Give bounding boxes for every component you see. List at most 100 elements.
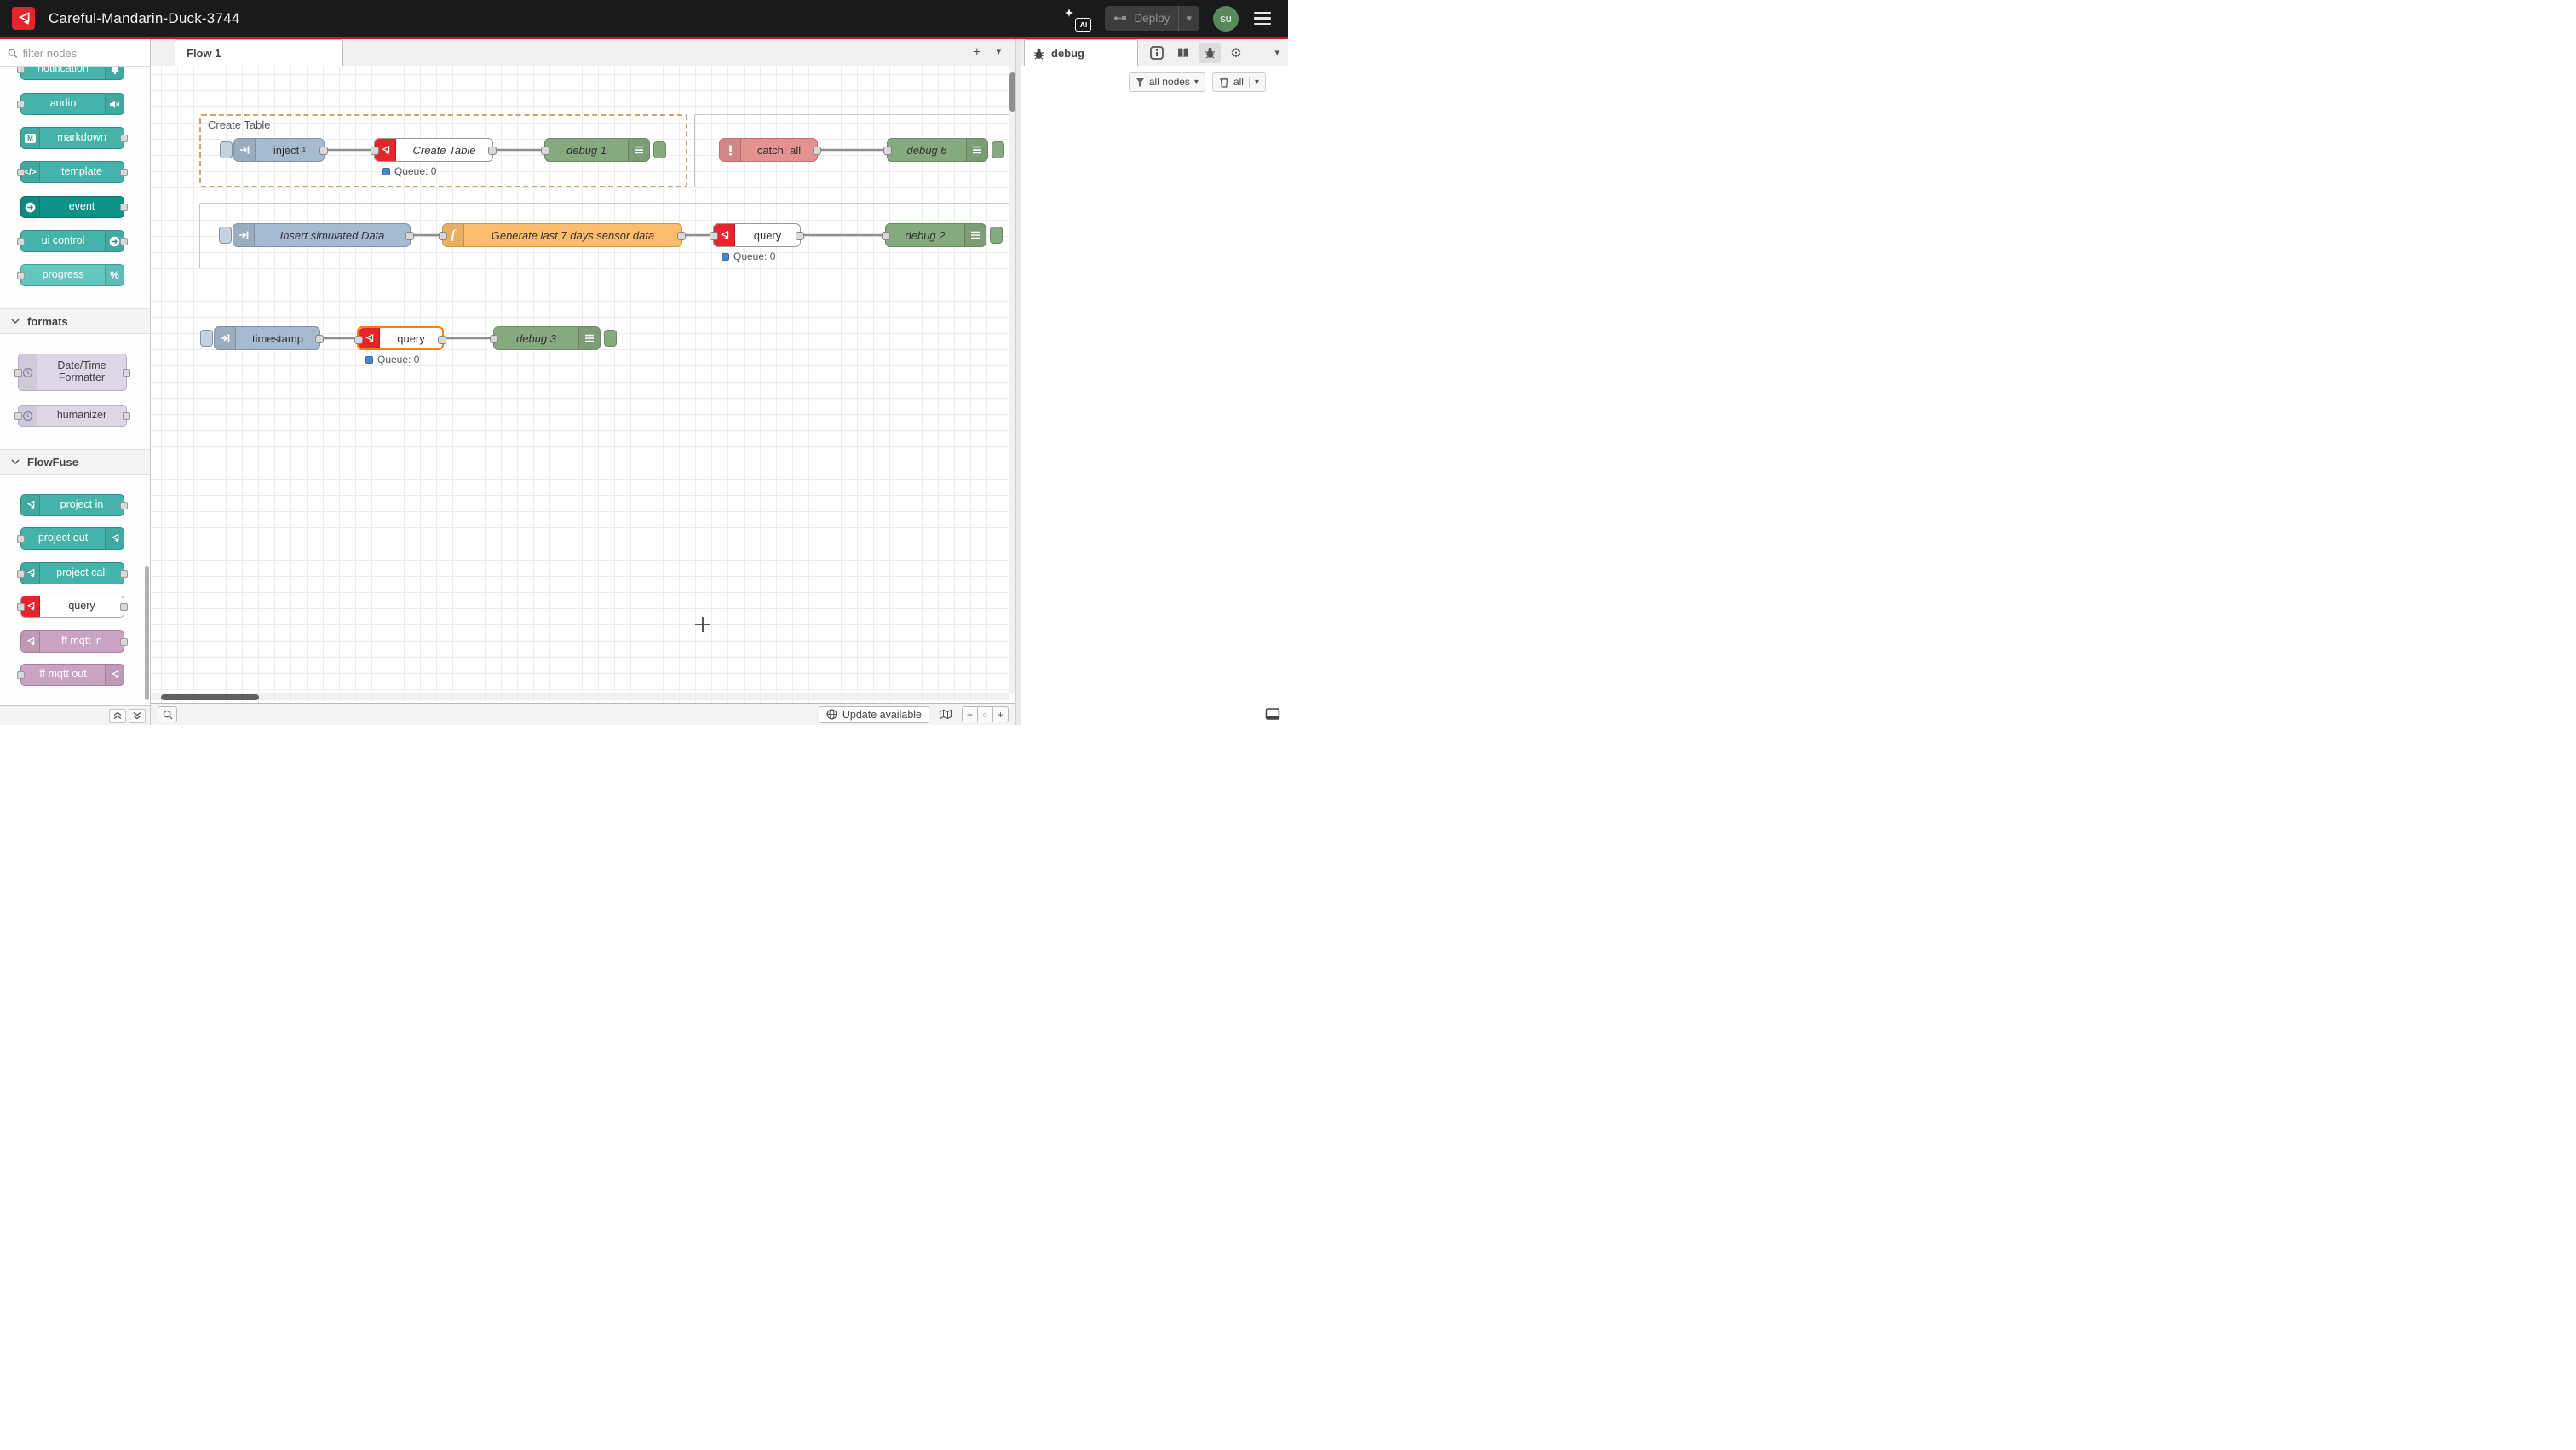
port-out[interactable] [319, 147, 328, 155]
node-catch-all[interactable]: catch: all [719, 138, 818, 162]
config-tab-button[interactable]: ⚙ [1225, 43, 1247, 63]
node-debug-2[interactable]: debug 2 [885, 223, 986, 247]
flow-list-button[interactable]: ▾ [996, 48, 1001, 57]
port-out[interactable] [813, 147, 821, 155]
port-out [120, 502, 128, 509]
node-create-table[interactable]: Create Table [374, 138, 493, 162]
canvas-vscroll-thumb[interactable] [1009, 72, 1015, 112]
node-debug-6[interactable]: debug 6 [887, 138, 988, 162]
palette-node-label: template [40, 166, 124, 178]
info-tab-button[interactable] [1146, 43, 1168, 63]
port-out[interactable] [315, 335, 324, 343]
palette-node-markdown[interactable]: M markdown [20, 127, 124, 149]
palette-node-progress[interactable]: % progress [20, 264, 124, 286]
palette-node-ff-mqtt-in[interactable]: ff mqtt in [20, 630, 124, 653]
debug-toggle-button[interactable] [990, 227, 1003, 244]
palette-scroll-area[interactable]: notification audio M markdown [0, 67, 150, 705]
debug-toggle-button[interactable] [653, 141, 666, 158]
node-inject-1[interactable]: inject ¹ [233, 138, 325, 162]
debug-tab-button[interactable] [1199, 43, 1221, 63]
deploy-button[interactable]: Deploy ▾ [1105, 6, 1199, 31]
debug-toggle-button[interactable] [992, 141, 1004, 158]
port-out[interactable] [438, 336, 446, 344]
help-tab-button[interactable] [1172, 43, 1194, 63]
palette-expand-all-button[interactable] [129, 709, 146, 723]
palette-node-ff-mqtt-out[interactable]: ff mqtt out [20, 664, 124, 686]
inject-button[interactable] [200, 330, 213, 347]
canvas-hscroll-track[interactable] [151, 693, 1009, 700]
palette-section-flowfuse[interactable]: FlowFuse [0, 449, 150, 475]
main-area: notification audio M markdown [0, 39, 1288, 725]
palette-node-event[interactable]: event [20, 196, 124, 218]
open-console-icon[interactable] [1265, 707, 1280, 721]
port-out[interactable] [405, 232, 414, 240]
palette-node-project-call[interactable]: project call [20, 562, 124, 584]
node-generate-sensor-data[interactable]: f Generate last 7 days sensor data [442, 223, 682, 247]
palette-node-humanizer[interactable]: humanizer [18, 405, 127, 427]
avatar[interactable]: su [1213, 6, 1239, 32]
tab-debug[interactable]: debug [1024, 39, 1138, 66]
palette-filter-input[interactable] [23, 47, 142, 60]
main-menu-button[interactable] [1252, 9, 1273, 28]
canvas-vscroll-track[interactable] [1009, 66, 1015, 693]
deploy-caret[interactable]: ▾ [1178, 6, 1199, 31]
canvas-hscroll-thumb[interactable] [161, 694, 259, 700]
zoom-out-button[interactable]: − [962, 706, 978, 722]
debug-messages-panel[interactable] [1021, 97, 1288, 703]
zoom-controls: − ○ + [962, 706, 1009, 722]
port-out[interactable] [677, 232, 686, 240]
port-out[interactable] [488, 147, 497, 155]
port-in[interactable] [541, 147, 549, 155]
event-arrow-icon [21, 197, 40, 217]
palette-node-datetime-formatter[interactable]: Date/Time Formatter [18, 354, 127, 391]
ai-assistant-button[interactable]: AI [1064, 6, 1091, 32]
palette-node-template[interactable]: </> template [20, 161, 124, 183]
tab-flow-1[interactable]: Flow 1 [175, 39, 343, 66]
palette-section-formats[interactable]: formats [0, 308, 150, 334]
node-insert-simulated-data[interactable]: Insert simulated Data [233, 223, 411, 247]
node-query-middle[interactable]: query [713, 223, 801, 247]
port-in[interactable] [354, 336, 363, 344]
add-flow-button[interactable]: + [973, 46, 980, 60]
palette-collapse-all-button[interactable] [109, 709, 126, 723]
inject-button[interactable] [219, 227, 232, 244]
port-in[interactable] [439, 232, 447, 240]
palette-node-ui-control[interactable]: ui control [20, 230, 124, 252]
node-label: Generate last 7 days sensor data [464, 229, 681, 242]
palette-node-notification[interactable]: notification [20, 67, 124, 80]
port-out[interactable] [796, 232, 804, 240]
flowfuse-logo[interactable] [12, 7, 35, 30]
palette-scrollbar[interactable] [145, 566, 149, 700]
filter-nodes-button[interactable]: all nodes ▾ [1129, 72, 1205, 92]
debug-toggle-button[interactable] [604, 330, 617, 347]
workspace-canvas[interactable]: Create Table inject ¹ C [151, 66, 1015, 703]
inject-button[interactable] [220, 141, 233, 158]
node-debug-3[interactable]: debug 3 [493, 326, 601, 350]
zoom-reset-button[interactable]: ○ [977, 706, 993, 722]
navigator-button[interactable] [936, 709, 955, 720]
palette-node-project-out[interactable]: project out [20, 527, 124, 550]
palette-node-project-in[interactable]: project in [20, 494, 124, 516]
mqtt-icon [21, 631, 40, 652]
clear-messages-button[interactable]: all ▾ [1212, 72, 1266, 92]
sidebar-resize-handle[interactable] [1015, 39, 1021, 725]
update-available-button[interactable]: Update available [819, 706, 929, 723]
port-in[interactable] [710, 232, 718, 240]
node-query-selected[interactable]: query [357, 326, 444, 350]
sidebar-menu-button[interactable]: ▾ [1274, 47, 1288, 58]
palette-node-label: humanizer [37, 410, 126, 422]
port-in[interactable] [490, 335, 498, 343]
port-in[interactable] [371, 147, 379, 155]
node-debug-1[interactable]: debug 1 [544, 138, 650, 162]
debug-list-icon [628, 139, 649, 161]
notification-icon [105, 67, 124, 79]
search-flows-button[interactable] [158, 706, 177, 722]
node-timestamp[interactable]: timestamp [214, 326, 320, 350]
zoom-in-button[interactable]: + [992, 706, 1009, 722]
palette-node-audio[interactable]: audio [20, 93, 124, 115]
debug-toolbar: all nodes ▾ all ▾ [1021, 66, 1288, 97]
port-in[interactable] [883, 147, 892, 155]
port-in [17, 67, 25, 73]
palette-node-query[interactable]: query [20, 596, 124, 618]
port-in[interactable] [882, 232, 890, 240]
